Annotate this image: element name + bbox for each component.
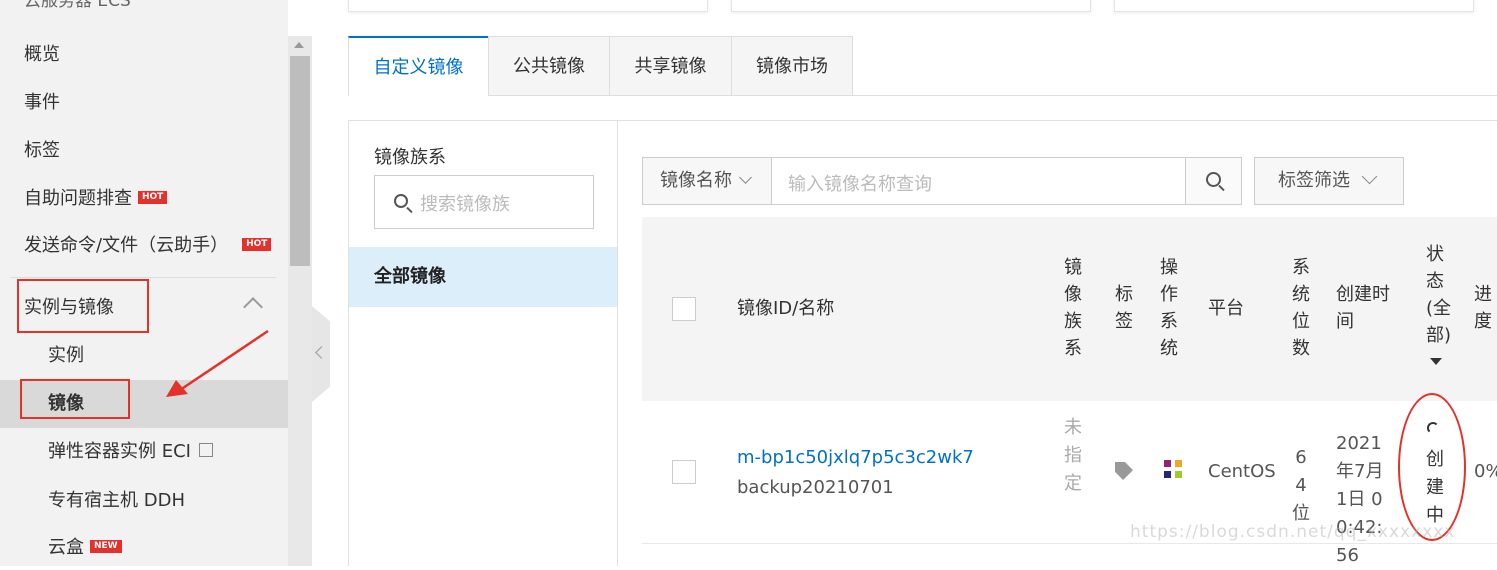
sidebar-item-cloudbox[interactable]: 云盒 NEW: [0, 524, 288, 566]
panel-border: [617, 120, 1497, 121]
watermark: https://blog.csdn.net/qq_xxxxxxxx: [1130, 522, 1456, 542]
search-placeholder: 搜索镜像族: [420, 194, 510, 215]
select-all-checkbox[interactable]: [672, 297, 696, 321]
header-bits: 系统位数: [1292, 257, 1310, 359]
header-os: 操作系统: [1160, 257, 1178, 359]
summary-card: [348, 0, 708, 12]
progress-value: 0%: [1474, 461, 1497, 482]
image-id-link[interactable]: m-bp1c50jxlq7p5c3c2wk7: [737, 444, 974, 472]
sidebar-item-ddh[interactable]: 专有宿主机 DDH: [0, 477, 288, 525]
external-link-icon: [198, 443, 213, 457]
chevron-down-icon: [1361, 168, 1378, 185]
created-time-value: 2021年7月1日 00:42:56: [1336, 433, 1384, 566]
centos-icon: [1162, 458, 1184, 480]
search-icon: [394, 194, 408, 208]
header-family: 镜像族系: [1064, 257, 1082, 359]
new-badge: NEW: [90, 539, 122, 553]
image-family-all[interactable]: 全部镜像: [349, 247, 617, 307]
tab-public-images[interactable]: 公共镜像: [488, 36, 610, 96]
header-id-name: 镜像ID/名称: [737, 298, 835, 319]
header-progress: 进度: [1474, 284, 1492, 332]
image-family-title: 镜像族系: [374, 147, 446, 168]
header-platform: 平台: [1208, 298, 1244, 319]
chevron-down-icon: [739, 171, 752, 184]
platform-value: CentOS: [1208, 461, 1276, 482]
bits-value: 64位: [1292, 447, 1310, 524]
image-family-search-input[interactable]: 搜索镜像族: [374, 175, 594, 229]
tabs-divider: [853, 95, 1497, 96]
tab-shared-images[interactable]: 共享镜像: [609, 36, 732, 96]
sidebar-item-eci[interactable]: 弹性容器实例 ECI: [0, 428, 288, 476]
image-family-panel: 镜像族系 搜索镜像族 全部镜像: [348, 120, 618, 566]
search-field-select[interactable]: 镜像名称: [642, 157, 772, 205]
summary-card: [731, 0, 1091, 12]
summary-card: [1114, 0, 1474, 12]
search-button[interactable]: [1185, 157, 1242, 205]
caret-down-icon[interactable]: [1430, 358, 1442, 365]
image-family-value: 未指定: [1064, 417, 1082, 494]
search-icon: [1206, 172, 1221, 187]
header-status-filter[interactable]: 状态(全部): [1426, 241, 1454, 349]
search-input-placeholder: 输入镜像名称查询: [788, 174, 932, 195]
header-created: 创建时间: [1336, 284, 1390, 332]
annotation-arrow: [166, 329, 269, 397]
image-name-search-input[interactable]: 输入镜像名称查询: [771, 157, 1186, 205]
annotation-ellipse-status: [1398, 393, 1466, 541]
tag-filter-button[interactable]: 标签筛选: [1254, 157, 1404, 205]
row-checkbox[interactable]: [672, 460, 696, 484]
image-name: backup20210701: [737, 477, 894, 498]
header-tags: 标签: [1115, 284, 1133, 332]
tab-marketplace-images[interactable]: 镜像市场: [731, 36, 853, 96]
tab-custom-images[interactable]: 自定义镜像: [348, 36, 489, 96]
